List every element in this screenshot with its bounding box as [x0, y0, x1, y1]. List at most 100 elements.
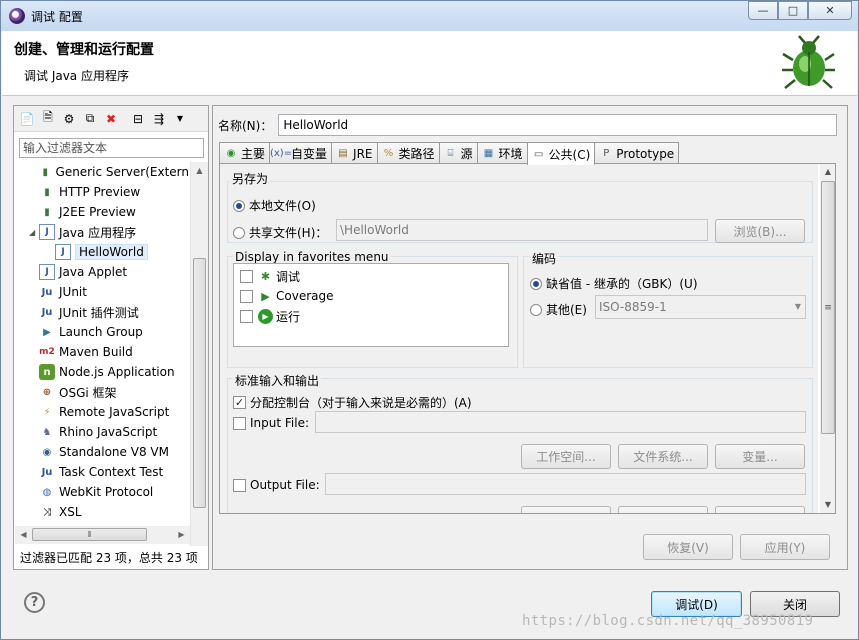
tree-vertical-scrollbar[interactable]: ▲	[190, 162, 208, 546]
help-icon[interactable]: ?	[24, 592, 45, 613]
filter-input[interactable]: 输入过滤器文本	[19, 138, 204, 158]
checkbox[interactable]	[240, 289, 253, 303]
tree-item-standalone-v8[interactable]: ◉ Standalone V8 VM	[15, 442, 189, 462]
export-icon[interactable]: ⚙	[60, 110, 78, 128]
encoding-select-value: ISO-8859-1	[599, 300, 667, 314]
tree-item-webkit-protocol[interactable]: ◍ WebKit Protocol	[15, 482, 189, 502]
radio-unselected-icon	[233, 226, 245, 239]
scroll-up-icon[interactable]: ▲	[820, 164, 835, 180]
tree-item-osgi[interactable]: ⊕ OSGi 框架	[15, 382, 189, 402]
radio-selected-icon	[530, 277, 542, 290]
duplicate-icon[interactable]: ⧉	[81, 110, 99, 128]
scroll-left-icon[interactable]: ◀	[15, 526, 32, 544]
scroll-up-icon[interactable]: ▲	[191, 162, 208, 179]
tree-item-generic-server[interactable]: ▮ Generic Server(Extern	[15, 162, 190, 182]
tree-item-http-preview[interactable]: ▮ HTTP Preview	[15, 182, 189, 202]
tree-item-task-context-test[interactable]: Ju Task Context Test	[15, 462, 189, 482]
revert-button[interactable]: 恢复(V)	[643, 534, 733, 560]
output-variables-button[interactable]	[715, 506, 805, 513]
tree-item-launch-group[interactable]: ▶ Launch Group	[15, 322, 189, 342]
close-window-button[interactable]: ✕	[808, 1, 852, 20]
tree-item-helloworld[interactable]: J HelloWorld	[15, 242, 189, 262]
shared-file-radio[interactable]: 共享文件(H)：	[233, 224, 327, 241]
tree-scroll-thumb[interactable]	[193, 258, 206, 508]
tree-item-j2ee-preview[interactable]: ▮ J2EE Preview	[15, 202, 189, 222]
content-vertical-scrollbar[interactable]: ▲ ≡ ▼	[820, 164, 835, 513]
tree-item-remote-javascript[interactable]: ⚡ Remote JavaScript	[15, 402, 189, 422]
header-title: 创建、管理和运行配置	[14, 42, 154, 58]
task-context-icon: Ju	[41, 466, 53, 478]
shared-file-path[interactable]: \HelloWorld	[336, 219, 708, 241]
tab-classpath[interactable]: % 类路径	[376, 142, 440, 164]
browse-button[interactable]: 浏览(B)...	[715, 219, 805, 243]
collapse-all-icon[interactable]: ⊟	[129, 110, 147, 128]
tree-item-junit[interactable]: Ju JUnit	[15, 282, 189, 302]
input-file-field[interactable]	[315, 411, 806, 433]
other-encoding-radio[interactable]: 其他(E)	[530, 301, 587, 318]
tree-item-label: Remote JavaScript	[59, 405, 170, 419]
name-field[interactable]: HelloWorld	[278, 114, 838, 136]
apply-button[interactable]: 应用(Y)	[740, 534, 830, 560]
local-file-radio[interactable]: 本地文件(O)	[233, 197, 316, 214]
tree-item-label: Generic Server(Extern	[55, 165, 189, 179]
favorite-item-run[interactable]: ▶ 运行	[234, 306, 508, 326]
view-menu-icon[interactable]: ▼	[171, 110, 189, 128]
default-encoding-radio[interactable]: 缺省值 - 继承的（GBK）(U)	[530, 275, 698, 292]
debug-bug-icon	[782, 35, 835, 89]
tree-toolbar: 📄 🗎 ⚙ ⧉ ✖ ⊟ ⇶ ▼	[14, 106, 208, 132]
new-prototype-icon[interactable]: 🗎	[39, 110, 57, 128]
new-configuration-icon[interactable]: 📄	[18, 110, 36, 128]
tree-item-rhino-javascript[interactable]: ♞ Rhino JavaScript	[15, 422, 189, 442]
checkmark-icon: ✓	[233, 396, 246, 409]
allocate-console-label: 分配控制台（对于输入来说是必需的）(A)	[250, 396, 472, 410]
filter-icon[interactable]: ⇶	[150, 110, 168, 128]
v8-icon: ◉	[42, 446, 52, 458]
title-bar: 调试 配置 — □ ✕	[1, 1, 858, 31]
tree-item-nodejs-application[interactable]: n Node.js Application	[15, 362, 189, 382]
tree-horizontal-scrollbar[interactable]: ◀ ⦀ ▶	[15, 526, 190, 544]
input-filesystem-button[interactable]: 文件系统...	[618, 444, 708, 469]
tab-arguments[interactable]: (x)= 自变量	[269, 142, 333, 164]
input-workspace-button[interactable]: 工作空间...	[521, 444, 611, 469]
java-file-icon: J	[55, 244, 71, 260]
checkbox[interactable]	[240, 309, 253, 323]
tree-item-label: Java 应用程序	[59, 225, 137, 240]
tab-environment[interactable]: ▦ 环境	[476, 142, 528, 164]
delete-icon[interactable]: ✖	[102, 110, 120, 128]
minimize-button[interactable]: —	[748, 1, 778, 20]
tree-item-java-application[interactable]: ◢ J Java 应用程序	[15, 222, 189, 242]
tab-main[interactable]: ◉ 主要	[219, 142, 271, 164]
tab-jre[interactable]: ▤ JRE	[331, 142, 378, 164]
tree-hscroll-thumb[interactable]: ⦀	[32, 528, 147, 541]
scroll-down-icon[interactable]: ▼	[820, 497, 835, 513]
favorite-item-debug[interactable]: ✱ 调试	[234, 266, 508, 286]
input-file-checkbox[interactable]: Input File:	[233, 416, 309, 430]
tree-item-label: WebKit Protocol	[59, 485, 154, 499]
tab-common[interactable]: ▭ 公共(C)	[526, 142, 596, 165]
tab-source[interactable]: ⌸ 源	[438, 142, 478, 164]
input-variables-button[interactable]: 变量...	[715, 444, 805, 469]
content-scroll-thumb[interactable]: ≡	[821, 181, 835, 434]
tab-label: 自变量	[291, 147, 328, 161]
output-workspace-button[interactable]	[521, 506, 611, 513]
allocate-console-checkbox[interactable]: ✓ 分配控制台（对于输入来说是必需的）(A)	[233, 394, 472, 411]
output-file-checkbox[interactable]: Output File:	[233, 478, 320, 492]
tree-item-maven-build[interactable]: m2 Maven Build	[15, 342, 189, 362]
tree-item-java-applet[interactable]: J Java Applet	[15, 262, 189, 282]
scroll-right-icon[interactable]: ▶	[173, 526, 190, 544]
tree-item-xsl[interactable]: ⤨ XSL	[15, 502, 189, 522]
expand-toggle-icon[interactable]: ◢	[29, 228, 39, 237]
favorite-item-coverage[interactable]: ▶ Coverage	[234, 286, 508, 306]
name-row: 名称(N)： HelloWorld	[218, 114, 838, 136]
tree-item-junit-plugin[interactable]: Ju JUnit 插件测试	[15, 302, 189, 322]
tree-item-label: XSL	[59, 505, 82, 519]
common-tab-body: 另存为 本地文件(O) 共享文件(H)： \HelloWorld 浏览(B)..…	[219, 163, 836, 514]
maximize-button[interactable]: □	[778, 1, 808, 20]
configuration-editor-panel: 名称(N)： HelloWorld ◉ 主要 (x)= 自变量 ▤ JRE % …	[212, 105, 848, 570]
checkbox[interactable]	[240, 269, 253, 283]
other-encoding-label: 其他(E)	[546, 303, 587, 317]
output-file-field[interactable]	[325, 473, 806, 495]
output-filesystem-button[interactable]	[618, 506, 708, 513]
encoding-select[interactable]: ISO-8859-1 ▼	[595, 295, 806, 319]
tab-prototype[interactable]: P Prototype	[594, 142, 680, 164]
